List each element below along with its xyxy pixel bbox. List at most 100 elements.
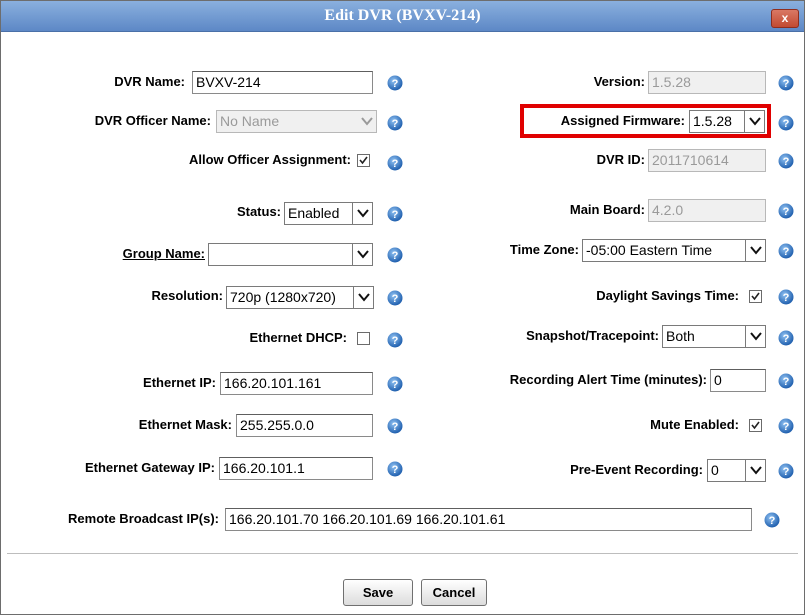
svg-text:?: ? <box>783 78 790 90</box>
ethernet-gateway-input[interactable]: 166.20.101.1 <box>219 457 373 480</box>
resolution-select[interactable]: 720p (1280x720) <box>226 286 374 309</box>
dvr-name-label: DVR Name: <box>114 74 185 89</box>
help-icon[interactable]: ? <box>778 203 794 219</box>
allow-officer-assignment-checkbox[interactable] <box>357 154 370 167</box>
svg-text:?: ? <box>783 292 790 304</box>
help-icon[interactable]: ? <box>387 332 403 348</box>
svg-text:?: ? <box>783 156 790 168</box>
main-board-input: 4.2.0 <box>648 199 766 222</box>
svg-text:?: ? <box>392 293 399 305</box>
group-name-select[interactable] <box>208 243 373 266</box>
chevron-down-icon <box>353 287 373 308</box>
svg-text:?: ? <box>392 379 399 391</box>
help-icon[interactable]: ? <box>778 75 794 91</box>
help-icon[interactable]: ? <box>387 290 403 306</box>
daylight-savings-label: Daylight Savings Time: <box>596 288 739 303</box>
dvr-name-input[interactable]: BVXV-214 <box>192 71 373 94</box>
help-icon[interactable]: ? <box>778 243 794 259</box>
help-icon[interactable]: ? <box>387 461 403 477</box>
remote-broadcast-input[interactable]: 166.20.101.70 166.20.101.69 166.20.101.6… <box>225 508 752 531</box>
svg-text:?: ? <box>392 464 399 476</box>
help-icon[interactable]: ? <box>778 463 794 479</box>
assigned-firmware-value: 1.5.28 <box>693 113 732 129</box>
snapshot-tracepoint-value: Both <box>666 328 695 344</box>
svg-text:?: ? <box>783 246 790 258</box>
chevron-down-icon <box>352 244 372 265</box>
help-icon[interactable]: ? <box>387 115 403 131</box>
daylight-savings-checkbox[interactable] <box>749 290 762 303</box>
dialog-titlebar: Edit DVR (BVXV-214) x <box>1 1 804 32</box>
svg-text:?: ? <box>392 209 399 221</box>
chevron-down-icon <box>357 111 376 132</box>
chevron-down-icon <box>352 203 372 224</box>
svg-text:?: ? <box>392 335 399 347</box>
dvr-officer-name-label: DVR Officer Name: <box>94 113 211 128</box>
svg-text:?: ? <box>783 206 790 218</box>
ethernet-dhcp-label: Ethernet DHCP: <box>249 330 347 345</box>
dialog-title: Edit DVR (BVXV-214) <box>324 7 481 24</box>
svg-text:?: ? <box>783 466 790 478</box>
svg-text:?: ? <box>392 250 399 262</box>
mute-enabled-checkbox[interactable] <box>749 419 762 432</box>
status-value: Enabled <box>288 205 340 221</box>
help-icon[interactable]: ? <box>778 373 794 389</box>
version-label: Version: <box>593 74 645 89</box>
help-icon[interactable]: ? <box>764 512 780 528</box>
ethernet-gateway-label: Ethernet Gateway IP: <box>84 460 215 475</box>
help-icon[interactable]: ? <box>387 376 403 392</box>
resolution-label: Resolution: <box>151 288 224 303</box>
pre-event-recording-select[interactable]: 0 <box>707 459 766 482</box>
pre-event-recording-label: Pre-Event Recording: <box>570 462 703 477</box>
status-label: Status: <box>236 204 281 219</box>
group-name-link[interactable]: Group Name: <box>101 245 205 263</box>
svg-text:?: ? <box>783 333 790 345</box>
allow-officer-assignment-label: Allow Officer Assignment: <box>188 152 351 167</box>
help-icon[interactable]: ? <box>387 206 403 222</box>
time-zone-value: -05:00 Eastern Time <box>586 242 713 258</box>
snapshot-tracepoint-label: Snapshot/Tracepoint: <box>526 328 659 343</box>
ethernet-mask-label: Ethernet Mask: <box>138 417 232 432</box>
chevron-down-icon <box>745 326 765 347</box>
svg-text:?: ? <box>392 118 399 130</box>
version-input: 1.5.28 <box>648 71 766 94</box>
svg-text:?: ? <box>392 78 399 90</box>
help-icon[interactable]: ? <box>778 115 794 131</box>
save-button[interactable]: Save <box>343 579 413 606</box>
dvr-id-input: 2011710614 <box>648 149 766 172</box>
close-button[interactable]: x <box>771 9 799 28</box>
dvr-id-label: DVR ID: <box>596 152 645 167</box>
svg-text:?: ? <box>783 118 790 130</box>
help-icon[interactable]: ? <box>387 418 403 434</box>
help-icon[interactable]: ? <box>778 418 794 434</box>
help-icon[interactable]: ? <box>778 153 794 169</box>
ethernet-dhcp-checkbox[interactable] <box>357 332 370 345</box>
svg-text:?: ? <box>392 158 399 170</box>
svg-text:?: ? <box>783 421 790 433</box>
mute-enabled-label: Mute Enabled: <box>650 417 739 432</box>
chevron-down-icon <box>745 240 765 261</box>
svg-text:?: ? <box>392 421 399 433</box>
ethernet-mask-input[interactable]: 255.255.0.0 <box>236 414 373 437</box>
help-icon[interactable]: ? <box>387 155 403 171</box>
pre-event-recording-value: 0 <box>711 462 719 478</box>
remote-broadcast-label: Remote Broadcast IP(s): <box>68 511 219 526</box>
help-icon[interactable]: ? <box>778 330 794 346</box>
assigned-firmware-select[interactable]: 1.5.28 <box>689 110 765 133</box>
ethernet-ip-input[interactable]: 166.20.101.161 <box>220 372 373 395</box>
recording-alert-input[interactable]: 0 <box>710 369 766 392</box>
recording-alert-label: Recording Alert Time (minutes): <box>509 372 707 387</box>
ethernet-ip-label: Ethernet IP: <box>143 375 216 390</box>
status-select[interactable]: Enabled <box>284 202 373 225</box>
help-icon[interactable]: ? <box>387 75 403 91</box>
resolution-value: 720p (1280x720) <box>230 289 336 305</box>
cancel-button[interactable]: Cancel <box>421 579 487 606</box>
footer-divider <box>7 553 798 554</box>
edit-dvr-dialog: Edit DVR (BVXV-214) x DVR Name: BVXV-214… <box>0 0 805 615</box>
assigned-firmware-label: Assigned Firmware: <box>560 113 685 128</box>
time-zone-select[interactable]: -05:00 Eastern Time <box>582 239 766 262</box>
help-icon[interactable]: ? <box>778 289 794 305</box>
help-icon[interactable]: ? <box>387 247 403 263</box>
snapshot-tracepoint-select[interactable]: Both <box>662 325 766 348</box>
main-board-label: Main Board: <box>569 202 645 217</box>
dvr-officer-name-select[interactable]: No Name <box>216 110 377 133</box>
